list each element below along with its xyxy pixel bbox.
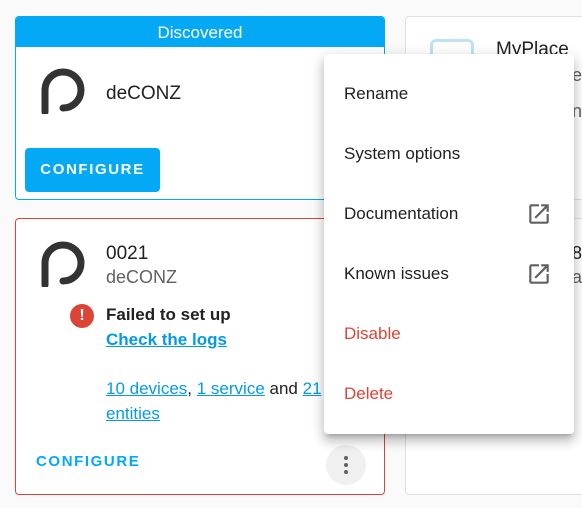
menu-item-system-options[interactable]: System options — [324, 124, 574, 184]
overflow-menu: Rename System options Documentation Know… — [324, 54, 574, 434]
menu-item-label: System options — [344, 144, 461, 163]
and-text: and — [269, 379, 298, 398]
open-in-new-icon — [529, 204, 549, 224]
entity-summary: 10 devices, 1 service and 21 entities — [106, 376, 336, 426]
menu-item-disable[interactable]: Disable — [324, 304, 574, 364]
deconz-logo-icon — [41, 241, 85, 287]
menu-item-label: Disable — [344, 324, 401, 343]
integration-subtitle: deCONZ — [106, 267, 178, 287]
open-in-new-icon — [529, 264, 549, 284]
service-link[interactable]: 1 service — [197, 379, 265, 398]
alert-circle-icon: ! — [70, 304, 94, 328]
comma-separator: , — [187, 379, 193, 398]
entities-link[interactable]: entities — [106, 404, 160, 423]
configure-button[interactable]: CONFIGURE — [25, 148, 160, 192]
entities-count-link[interactable]: 21 — [303, 379, 322, 398]
menu-item-label: Known issues — [344, 264, 449, 283]
integration-entry-title: 0021 — [106, 243, 149, 264]
devices-link[interactable]: 10 devices — [106, 379, 187, 398]
configure-button[interactable]: CONFIGURE — [36, 453, 140, 470]
dots-vertical-icon-dot — [344, 463, 348, 467]
menu-item-documentation[interactable]: Documentation — [324, 184, 574, 244]
dots-vertical-icon-dot — [344, 470, 348, 474]
menu-item-label: Delete — [344, 384, 394, 403]
overflow-menu-button[interactable] — [326, 445, 366, 485]
dots-vertical-icon — [344, 456, 348, 460]
menu-item-rename[interactable]: Rename — [324, 64, 574, 124]
menu-item-label: Documentation — [344, 204, 459, 223]
deconz-logo-icon — [41, 68, 85, 114]
error-message: Failed to set up — [106, 305, 231, 324]
check-logs-link[interactable]: Check the logs — [106, 330, 227, 350]
menu-item-delete[interactable]: Delete — [324, 364, 574, 424]
integration-title: deCONZ — [106, 83, 181, 104]
menu-item-known-issues[interactable]: Known issues — [324, 244, 574, 304]
menu-item-label: Rename — [344, 84, 409, 103]
discovered-header: Discovered — [16, 17, 384, 47]
